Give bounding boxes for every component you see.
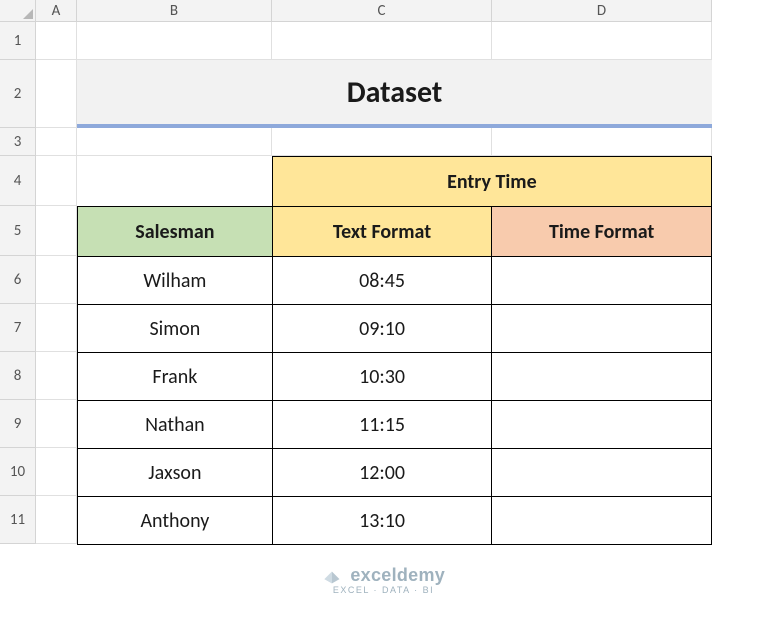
row-header-8[interactable]: 8 <box>0 352 36 400</box>
salesman-cell[interactable]: Frank <box>78 353 273 401</box>
table-row: Wilham 08:45 <box>78 257 712 305</box>
row-header-3[interactable]: 3 <box>0 128 36 156</box>
cell-A1[interactable] <box>36 22 77 60</box>
time-format-cell[interactable] <box>492 353 712 401</box>
text-format-cell[interactable]: 10:30 <box>272 353 492 401</box>
time-format-header[interactable]: Time Format <box>492 207 712 257</box>
col-header-C[interactable]: C <box>272 0 492 22</box>
table-row: Frank 10:30 <box>78 353 712 401</box>
salesman-cell[interactable]: Wilham <box>78 257 273 305</box>
cell-C1[interactable] <box>272 22 492 60</box>
salesman-header[interactable]: Salesman <box>78 207 273 257</box>
text-format-cell[interactable]: 13:10 <box>272 497 492 545</box>
cell-A7[interactable] <box>36 304 77 352</box>
cell-A6[interactable] <box>36 256 77 304</box>
row-header-1[interactable]: 1 <box>0 22 36 60</box>
text-format-cell[interactable]: 09:10 <box>272 305 492 353</box>
salesman-cell[interactable]: Simon <box>78 305 273 353</box>
table-row: Simon 09:10 <box>78 305 712 353</box>
data-table: Entry Time Salesman Text Format Time For… <box>77 156 712 545</box>
cell-A4[interactable] <box>36 156 77 206</box>
time-format-cell[interactable] <box>492 497 712 545</box>
cell-A5[interactable] <box>36 206 77 256</box>
cell-D1[interactable] <box>492 22 712 60</box>
time-format-cell[interactable] <box>492 305 712 353</box>
cell-A11[interactable] <box>36 496 77 544</box>
table-row: Jaxson 12:00 <box>78 449 712 497</box>
row-header-10[interactable]: 10 <box>0 448 36 496</box>
cell-A10[interactable] <box>36 448 77 496</box>
cell-B1[interactable] <box>77 22 272 60</box>
time-format-cell[interactable] <box>492 449 712 497</box>
spreadsheet: A B C D 1 2 3 4 5 6 7 8 9 10 11 Dataset … <box>0 0 767 618</box>
row-header-4[interactable]: 4 <box>0 156 36 206</box>
text-format-cell[interactable]: 08:45 <box>272 257 492 305</box>
entry-time-header[interactable]: Entry Time <box>272 157 711 207</box>
time-format-cell[interactable] <box>492 257 712 305</box>
salesman-cell[interactable]: Anthony <box>78 497 273 545</box>
watermark-tagline: EXCEL · DATA · BI <box>0 585 767 595</box>
table-row: Nathan 11:15 <box>78 401 712 449</box>
content-area: Dataset Entry Time Salesman Text Format … <box>77 60 712 128</box>
cell-A8[interactable] <box>36 352 77 400</box>
cell-A9[interactable] <box>36 400 77 448</box>
empty-corner-cell[interactable] <box>78 157 273 207</box>
col-header-D[interactable]: D <box>492 0 712 22</box>
logo-icon <box>322 565 342 585</box>
row-header-2[interactable]: 2 <box>0 60 36 128</box>
title-cell[interactable]: Dataset <box>77 60 712 128</box>
cell-A3[interactable] <box>36 128 77 156</box>
watermark-brand: exceldemy <box>350 565 445 585</box>
text-format-header[interactable]: Text Format <box>272 207 492 257</box>
cell-D3[interactable] <box>492 128 712 156</box>
text-format-cell[interactable]: 12:00 <box>272 449 492 497</box>
cell-B3[interactable] <box>77 128 272 156</box>
col-header-B[interactable]: B <box>77 0 272 22</box>
row-header-6[interactable]: 6 <box>0 256 36 304</box>
row-header-11[interactable]: 11 <box>0 496 36 544</box>
salesman-cell[interactable]: Nathan <box>78 401 273 449</box>
row-header-7[interactable]: 7 <box>0 304 36 352</box>
cell-A2[interactable] <box>36 60 77 128</box>
row-header-9[interactable]: 9 <box>0 400 36 448</box>
watermark: exceldemy EXCEL · DATA · BI <box>0 565 767 595</box>
text-format-cell[interactable]: 11:15 <box>272 401 492 449</box>
time-format-cell[interactable] <box>492 401 712 449</box>
col-header-A[interactable]: A <box>36 0 77 22</box>
salesman-cell[interactable]: Jaxson <box>78 449 273 497</box>
table-row: Anthony 13:10 <box>78 497 712 545</box>
select-all-corner[interactable] <box>0 0 36 22</box>
row-header-5[interactable]: 5 <box>0 206 36 256</box>
cell-C3[interactable] <box>272 128 492 156</box>
